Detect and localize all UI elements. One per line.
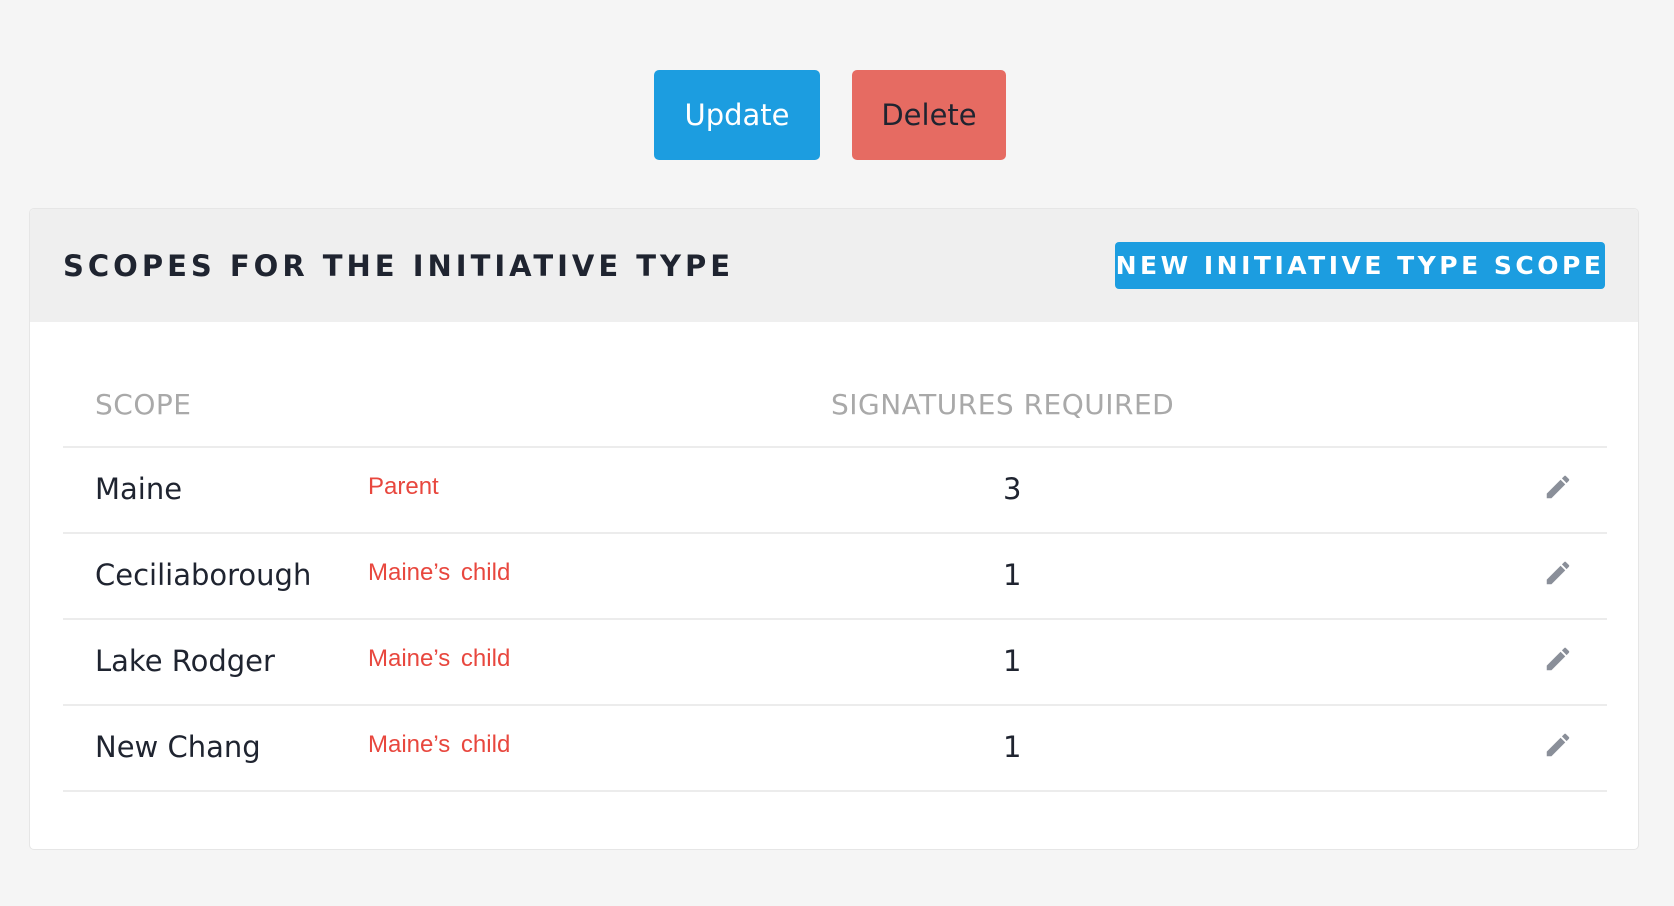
form-actions: Update Delete: [0, 70, 1674, 160]
scope-relation-tag: Maine’s child: [368, 645, 511, 672]
signatures-required-value: 1: [1003, 730, 1022, 764]
column-header-signatures-required: SIGNATURES REQUIRED: [831, 388, 1175, 421]
scope-name: Lake Rodger: [95, 644, 275, 678]
table-row: Lake Rodger Maine’s child 1: [63, 620, 1607, 706]
scopes-table: SCOPE SIGNATURES REQUIRED Maine Parent 3…: [63, 322, 1607, 792]
table-row: New Chang Maine’s child 1: [63, 706, 1607, 792]
scopes-card-title: SCOPES FOR THE INITIATIVE TYPE: [63, 248, 735, 283]
scope-name: Ceciliaborough: [95, 558, 312, 592]
table-row: Maine Parent 3: [63, 448, 1607, 534]
scope-name: New Chang: [95, 730, 261, 764]
signatures-required-value: 1: [1003, 558, 1022, 592]
new-initiative-type-scope-button[interactable]: NEW INITIATIVE TYPE SCOPE: [1115, 242, 1605, 289]
delete-button[interactable]: Delete: [852, 70, 1006, 160]
scopes-card: SCOPES FOR THE INITIATIVE TYPE NEW INITI…: [29, 208, 1639, 850]
scope-relation-tag: Maine’s child: [368, 731, 511, 758]
update-button[interactable]: Update: [654, 70, 820, 160]
table-row: Ceciliaborough Maine’s child 1: [63, 534, 1607, 620]
scope-relation-tag: Maine’s child: [368, 559, 511, 586]
signatures-required-value: 1: [1003, 644, 1022, 678]
scope-relation-tag: Parent: [368, 473, 439, 500]
scope-name: Maine: [95, 472, 183, 506]
pencil-icon[interactable]: [1543, 644, 1573, 674]
column-header-scope: SCOPE: [95, 388, 192, 421]
signatures-required-value: 3: [1003, 472, 1022, 506]
pencil-icon[interactable]: [1543, 558, 1573, 588]
scopes-card-header: SCOPES FOR THE INITIATIVE TYPE NEW INITI…: [30, 209, 1638, 322]
pencil-icon[interactable]: [1543, 472, 1573, 502]
table-header: SCOPE SIGNATURES REQUIRED: [63, 322, 1607, 448]
pencil-icon[interactable]: [1543, 730, 1573, 760]
